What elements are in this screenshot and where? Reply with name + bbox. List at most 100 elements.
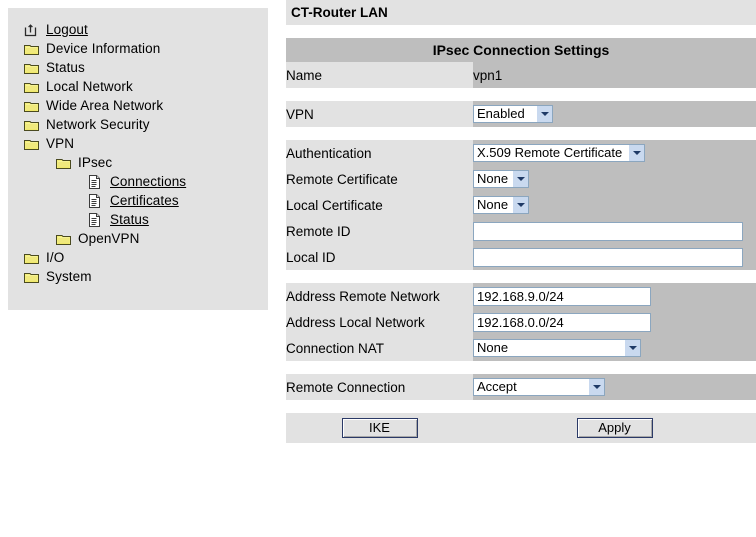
row-spacer xyxy=(286,361,756,374)
local-id-label: Local ID xyxy=(286,244,473,270)
remote-id-input[interactable] xyxy=(473,221,743,241)
sidebar-item-system: System xyxy=(8,267,268,286)
sidebar-item-label: Device Information xyxy=(46,41,161,56)
folder-icon xyxy=(56,232,72,246)
sidebar-item-network-security: Network Security xyxy=(8,115,268,134)
folder-icon xyxy=(56,156,72,170)
connection-nat-select-value: None xyxy=(477,340,509,355)
address-local-network-input[interactable]: 192.168.0.0/24 xyxy=(473,312,651,332)
remote-certificate-value-cell: None xyxy=(473,166,756,192)
remote-connection-select[interactable]: Accept xyxy=(473,378,605,396)
sidebar-item-status[interactable]: Status xyxy=(8,210,268,229)
navigation-tree: Logout Device Information Status Local Netw… xyxy=(8,8,268,286)
folder-icon xyxy=(24,99,40,113)
local-id-input[interactable] xyxy=(473,247,743,267)
local-id-value-cell xyxy=(473,244,756,270)
sidebar-item-i-o: I/O xyxy=(8,248,268,267)
connection-nat-label: Connection NAT xyxy=(286,335,473,361)
sidebar-item-label: OpenVPN xyxy=(78,231,140,246)
address-remote-network-value-cell: 192.168.9.0/24 xyxy=(473,283,756,309)
vpn-label: VPN xyxy=(286,101,473,127)
folder-icon xyxy=(24,137,40,151)
local-certificate-label: Local Certificate xyxy=(286,192,473,218)
ike-button[interactable]: IKE xyxy=(341,418,418,438)
document-icon xyxy=(88,193,104,208)
row-spacer xyxy=(286,88,756,101)
apply-button[interactable]: Apply xyxy=(576,418,653,438)
sidebar-item-label: IPsec xyxy=(78,155,113,170)
row-spacer xyxy=(286,127,756,140)
sidebar-item-status: Status xyxy=(8,58,268,77)
authentication-select[interactable]: X.509 Remote Certificate xyxy=(473,144,645,162)
row-authentication: Authentication X.509 Remote Certificate xyxy=(286,140,756,166)
section-title: IPsec Connection Settings xyxy=(286,38,756,62)
local-certificate-value-cell: None xyxy=(473,192,756,218)
folder-icon xyxy=(24,251,40,265)
address-local-network-label: Address Local Network xyxy=(286,309,473,335)
folder-icon xyxy=(24,118,40,132)
folder-icon xyxy=(24,270,40,284)
sidebar-item-label: Network Security xyxy=(46,117,150,132)
row-connection-nat: Connection NAT None xyxy=(286,335,756,361)
remote-id-label: Remote ID xyxy=(286,218,473,244)
vpn-select[interactable]: Enabled xyxy=(473,105,553,123)
remote-connection-value-cell: Accept xyxy=(473,374,756,400)
sidebar-item-local-network: Local Network xyxy=(8,77,268,96)
remote-connection-label: Remote Connection xyxy=(286,374,473,400)
sidebar-item-label: Local Network xyxy=(46,79,133,94)
ike-button-cell: IKE xyxy=(286,413,473,443)
connection-nat-value-cell: None xyxy=(473,335,756,361)
authentication-value-cell: X.509 Remote Certificate xyxy=(473,140,756,166)
row-local-id: Local ID xyxy=(286,244,756,270)
sidebar-item-ipsec: IPsec xyxy=(8,153,268,172)
name-label: Name xyxy=(286,62,473,88)
sidebar-item-label: System xyxy=(46,269,92,284)
ipsec-connection-settings-form: IPsec Connection Settings Name vpn1 VPN … xyxy=(286,38,756,443)
row-address-local-network: Address Local Network 192.168.0.0/24 xyxy=(286,309,756,335)
row-spacer xyxy=(286,400,756,413)
chevron-down-icon xyxy=(624,340,640,356)
address-local-network-value-cell: 192.168.0.0/24 xyxy=(473,309,756,335)
sidebar-item-label: I/O xyxy=(46,250,65,265)
sidebar-item-label: Wide Area Network xyxy=(46,98,164,113)
sidebar-item-logout[interactable]: Logout xyxy=(8,20,268,39)
chevron-down-icon xyxy=(628,145,644,161)
local-certificate-select-value: None xyxy=(477,197,509,212)
sidebar-item-label: Certificates xyxy=(110,193,179,208)
row-vpn: VPN Enabled xyxy=(286,101,756,127)
document-icon xyxy=(88,174,104,189)
chevron-down-icon xyxy=(512,171,528,187)
sidebar-item-openvpn: OpenVPN xyxy=(8,229,268,248)
remote-certificate-select[interactable]: None xyxy=(473,170,529,188)
row-remote-certificate: Remote Certificate None xyxy=(286,166,756,192)
sidebar-item-label: Status xyxy=(46,60,85,75)
content-panel: CT-Router LAN IPsec Connection Settings … xyxy=(286,0,756,443)
remote-certificate-select-value: None xyxy=(477,171,509,186)
sidebar-item-certificates[interactable]: Certificates xyxy=(8,191,268,210)
page-title: CT-Router LAN xyxy=(286,0,756,25)
logout-icon xyxy=(24,23,40,37)
remote-certificate-label: Remote Certificate xyxy=(286,166,473,192)
row-address-remote-network: Address Remote Network 192.168.9.0/24 xyxy=(286,283,756,309)
chevron-down-icon xyxy=(536,106,552,122)
row-spacer xyxy=(286,270,756,283)
local-certificate-select[interactable]: None xyxy=(473,196,529,214)
sidebar-item-wide-area-network: Wide Area Network xyxy=(8,96,268,115)
connection-nat-select[interactable]: None xyxy=(473,339,641,357)
vpn-value-cell: Enabled xyxy=(473,101,756,127)
remote-connection-select-value: Accept xyxy=(477,379,517,394)
authentication-label: Authentication xyxy=(286,140,473,166)
document-icon xyxy=(88,212,104,227)
sidebar-item-connections[interactable]: Connections xyxy=(8,172,268,191)
address-remote-network-input[interactable]: 192.168.9.0/24 xyxy=(473,286,651,306)
remote-id-value-cell xyxy=(473,218,756,244)
row-remote-id: Remote ID xyxy=(286,218,756,244)
chevron-down-icon xyxy=(588,379,604,395)
sidebar-item-device-information: Device Information xyxy=(8,39,268,58)
sidebar-item-label: Connections xyxy=(110,174,187,189)
folder-icon xyxy=(24,61,40,75)
folder-icon xyxy=(24,42,40,56)
sidebar-item-vpn: VPN xyxy=(8,134,268,153)
chevron-down-icon xyxy=(512,197,528,213)
navigation-sidebar: Logout Device Information Status Local Netw… xyxy=(8,8,268,310)
